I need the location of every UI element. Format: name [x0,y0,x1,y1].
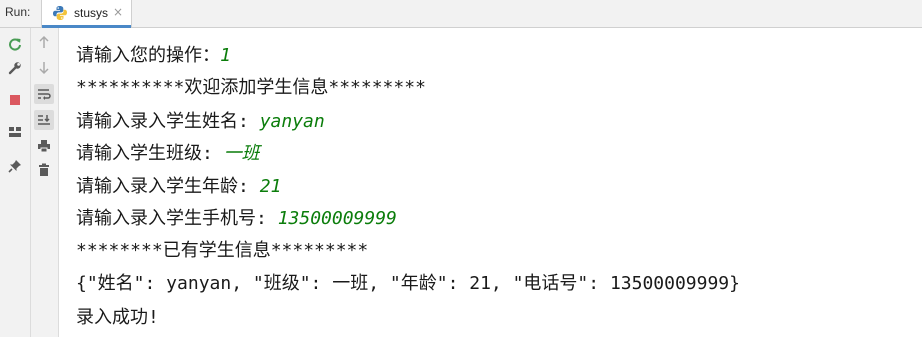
down-arrow-icon[interactable] [34,58,54,78]
console-line: 录入成功! [76,307,159,329]
console-line: ********已有学生信息********* [76,240,368,262]
console-input: 一班 [223,143,260,164]
console-prompt: 录入成功! [76,307,159,328]
console-prompt: ********已有学生信息********* [76,240,369,261]
run-side-toolbar [0,28,31,337]
console-line: 请输入您的操作：1 [76,45,231,67]
console-prompt: 请输入录入学生年龄: [76,176,260,197]
console-line: 请输入学生班级: 一班 [76,143,260,165]
close-icon[interactable]: × [113,5,123,19]
console-prompt: **********欢迎添加学生信息********* [76,77,426,98]
layout-icon[interactable] [5,122,25,142]
rerun-icon[interactable] [5,34,25,54]
soft-wrap-icon[interactable] [34,84,54,104]
console-line: 请输入录入学生年龄: 21 [76,176,281,198]
console-prompt: 请输入录入学生姓名: [76,111,260,132]
python-icon [53,6,67,20]
console-line: **********欢迎添加学生信息********* [76,77,426,99]
run-toolbar: Run: stusys × [0,0,922,28]
console-input: yanyan [259,111,325,132]
run-label: Run: [5,5,31,19]
console-input: 21 [259,176,282,197]
tab-stusys[interactable]: stusys × [41,0,132,28]
print-icon[interactable] [34,136,54,156]
console-side-toolbar [31,28,59,337]
console-input: 1 [220,45,231,66]
tab-title: stusys [74,6,109,20]
wrench-icon[interactable] [5,58,25,78]
stop-icon[interactable] [5,90,25,110]
console-prompt: 请输入学生班级: [76,143,224,164]
console-line: 请输入录入学生手机号: 13500009999 [76,208,397,230]
pin-icon[interactable] [5,156,25,176]
console-line: {"姓名": yanyan, "班级": 一班, "年龄": 21, "电话号"… [76,273,740,295]
console-prompt: 请输入您的操作： [76,45,220,66]
console-line: 请输入录入学生姓名: yanyan [76,111,325,133]
console-prompt: {"姓名": yanyan, "班级": 一班, "年龄": 21, "电话号"… [76,273,740,294]
console-input: 13500009999 [277,208,397,229]
console-output[interactable]: 请输入您的操作：1 **********欢迎添加学生信息********* 请输… [59,28,922,337]
console-prompt: 请输入录入学生手机号: [76,208,278,229]
trash-icon[interactable] [34,160,54,180]
scroll-to-end-icon[interactable] [34,110,54,130]
up-arrow-icon[interactable] [34,32,54,52]
